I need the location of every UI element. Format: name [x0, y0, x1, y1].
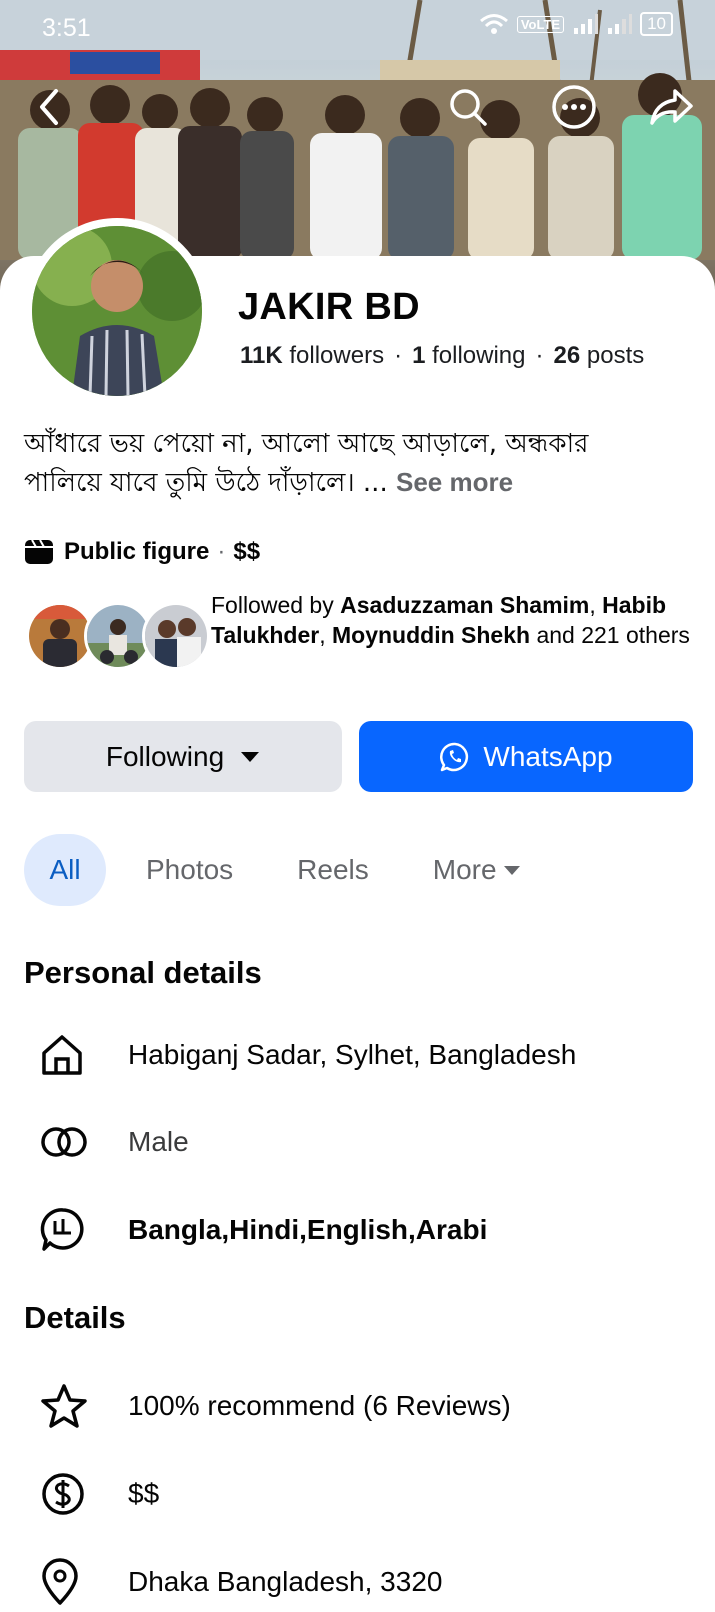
status-time: 3:51	[42, 14, 91, 42]
language-icon	[24, 1200, 102, 1260]
status-icons: VoLTE 10	[479, 12, 673, 36]
hometown-text: Habiganj Sadar, Sylhet, Bangladesh	[128, 1039, 577, 1070]
comma: ,	[319, 622, 326, 648]
tab-all[interactable]: All	[24, 834, 106, 906]
recommend-text[interactable]: 100% recommend (6 Reviews)	[128, 1390, 511, 1422]
detail-row-hometown: Habiganj Sadar, Sylhet, Bangladesh	[24, 1025, 576, 1085]
share-icon	[650, 89, 693, 125]
tab-reels[interactable]: Reels	[297, 834, 369, 906]
status-bar: 3:51 VoLTE 10	[0, 0, 715, 56]
avatar-image	[32, 226, 202, 396]
personal-details-title: Personal details	[24, 955, 262, 990]
signal-2-icon	[608, 14, 633, 34]
profile-name: JAKIR BD	[238, 286, 420, 328]
followed-by-suffix: and 221 others	[536, 622, 690, 648]
price-text: $$	[128, 1478, 160, 1509]
detail-row-address: Dhaka Bangladesh, 3320	[24, 1552, 442, 1612]
profile-stats: 11K followers · 1 following · 26 posts	[240, 342, 644, 370]
chevron-left-icon	[40, 89, 58, 125]
posts-label: posts	[586, 342, 645, 369]
following-button[interactable]: Following	[24, 721, 342, 792]
wifi-icon	[479, 14, 508, 34]
languages-text: Bangla,Hindi,English,Arabi	[128, 1214, 488, 1245]
signal-icon	[574, 14, 599, 34]
search-button[interactable]	[443, 82, 493, 132]
whatsapp-button-label: WhatsApp	[483, 740, 613, 772]
detail-row-languages: Bangla,Hindi,English,Arabi	[24, 1200, 487, 1260]
caret-down-icon	[241, 751, 260, 762]
mutual-follower-name: Asaduzzaman Shamim	[340, 592, 590, 618]
price-range-label: $$	[233, 538, 261, 565]
dollar-icon	[24, 1464, 102, 1524]
mutual-followers-text[interactable]: Followed by Asaduzzaman Shamim, Habib Ta…	[211, 590, 691, 650]
home-icon	[24, 1025, 102, 1085]
caret-down-icon	[503, 865, 520, 875]
details-title: Details	[24, 1300, 126, 1335]
following-link[interactable]: 1 following	[412, 342, 525, 369]
star-icon	[24, 1376, 102, 1436]
tab-more[interactable]: More	[433, 834, 521, 906]
mutual-follower-name: Moynuddin Shekh	[332, 622, 531, 648]
posts-count: 26	[553, 342, 581, 369]
share-button[interactable]	[646, 82, 696, 132]
followers-link[interactable]: 11K followers	[240, 342, 384, 369]
battery-indicator: 10	[640, 12, 673, 36]
comma: ,	[589, 592, 596, 618]
search-icon	[450, 89, 487, 126]
more-dots-icon	[552, 85, 596, 129]
following-count: 1	[412, 342, 426, 369]
stats-separator: ·	[394, 342, 403, 369]
gender-icon	[24, 1112, 102, 1172]
more-options-button[interactable]	[549, 82, 599, 132]
posts-link[interactable]: 26 posts	[554, 342, 645, 369]
whatsapp-icon	[440, 742, 469, 771]
clapperboard-icon	[25, 539, 53, 564]
location-pin-icon	[24, 1552, 102, 1612]
tab-photos[interactable]: Photos	[146, 834, 233, 906]
address-text[interactable]: Dhaka Bangladesh, 3320	[128, 1566, 442, 1598]
whatsapp-button[interactable]: WhatsApp	[359, 721, 693, 792]
profile-tabs: All Photos Reels More	[24, 834, 521, 906]
category-separator: ·	[217, 538, 226, 565]
back-button[interactable]	[24, 82, 74, 132]
see-more-link[interactable]: See more	[396, 467, 513, 497]
tab-more-label: More	[432, 854, 497, 885]
detail-row-gender: Male	[24, 1112, 189, 1172]
followers-label: followers	[289, 342, 385, 369]
mutual-avatar	[142, 602, 210, 670]
volte-badge: VoLTE	[516, 15, 565, 33]
detail-row-price: $$	[24, 1464, 159, 1524]
gender-text: Male	[128, 1126, 189, 1157]
category-label: Public figure	[64, 538, 210, 565]
detail-row-recommend: 100% recommend (6 Reviews)	[24, 1376, 511, 1436]
followed-by-prefix: Followed by	[211, 592, 334, 618]
avatar[interactable]	[32, 226, 202, 396]
followers-count: 11K	[240, 342, 283, 369]
profile-category: Public figure · $$	[24, 538, 260, 566]
following-label: following	[432, 342, 526, 369]
profile-bio: আঁধারে ভয় পেয়ো না, আলো আছে আড়ালে, অন্…	[24, 425, 674, 502]
following-button-label: Following	[105, 740, 225, 772]
stats-separator: ·	[535, 342, 544, 369]
